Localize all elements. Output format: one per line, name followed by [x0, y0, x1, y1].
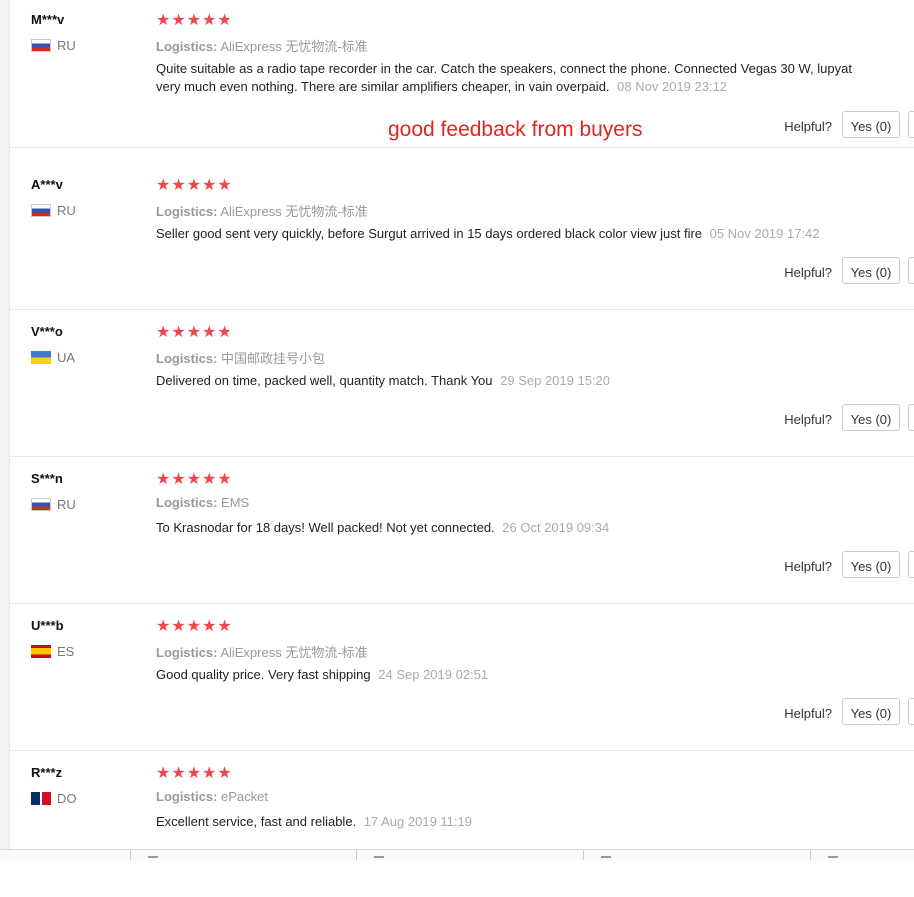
- review-date: 24 Sep 2019 02:51: [378, 667, 489, 682]
- reviewer-name: R***z: [31, 765, 63, 780]
- logistics-value: ePacket: [221, 789, 269, 804]
- flag-icon: [31, 792, 51, 805]
- reviewer-country: ES: [31, 644, 74, 659]
- annotation-text: good feedback from buyers: [388, 118, 643, 141]
- logistics-info: Logistics: ePacket: [156, 789, 268, 804]
- helpful-no-button[interactable]: [908, 111, 914, 138]
- country-code: DO: [57, 791, 77, 806]
- helpful-yes-button[interactable]: Yes (0): [842, 404, 900, 431]
- toolbar-item-icon[interactable]: [374, 856, 384, 858]
- logistics-info: Logistics: EMS: [156, 495, 249, 510]
- review-body: Quite suitable as a radio tape recorder …: [156, 61, 852, 94]
- flag-icon: [31, 39, 51, 52]
- reviewer-name: V***o: [31, 324, 63, 339]
- review-body: Seller good sent very quickly, before Su…: [156, 226, 703, 241]
- helpful-label: Helpful?: [784, 119, 832, 134]
- logistics-label: Logistics:: [156, 351, 218, 366]
- review-item: A***v RU ★★★★★ Logistics: AliExpress 无忧物…: [10, 162, 914, 310]
- toolbar-divider: [356, 850, 357, 860]
- helpful-label: Helpful?: [784, 265, 832, 280]
- reviewer-name: U***b: [31, 618, 64, 633]
- toolbar-divider: [810, 850, 811, 860]
- helpful-label: Helpful?: [784, 412, 832, 427]
- review-item: R***z DO ★★★★★ Logistics: ePacket Excell…: [10, 750, 914, 897]
- review-date: 29 Sep 2019 15:20: [500, 373, 611, 388]
- logistics-value: AliExpress 无忧物流-标准: [220, 39, 368, 54]
- toolbar-item-icon[interactable]: [828, 856, 838, 858]
- review-text: Seller good sent very quickly, before Su…: [156, 225, 856, 243]
- logistics-value: AliExpress 无忧物流-标准: [220, 645, 368, 660]
- toolbar-item-icon[interactable]: [148, 856, 158, 858]
- rating-stars: ★★★★★: [156, 765, 233, 782]
- helpful-yes-button[interactable]: Yes (0): [842, 257, 900, 284]
- country-code: RU: [57, 38, 76, 53]
- logistics-value: 中国邮政挂号小包: [221, 351, 326, 366]
- helpful-yes-button[interactable]: Yes (0): [842, 551, 900, 578]
- review-text: To Krasnodar for 18 days! Well packed! N…: [156, 519, 856, 537]
- flag-icon: [31, 204, 51, 217]
- logistics-label: Logistics:: [156, 39, 218, 54]
- country-code: RU: [57, 497, 76, 512]
- review-text: Excellent service, fast and reliable. 17…: [156, 813, 856, 831]
- reviewer-country: UA: [31, 350, 75, 365]
- reviewer-country: RU: [31, 203, 76, 218]
- review-text: Quite suitable as a radio tape recorder …: [156, 60, 856, 96]
- rating-stars: ★★★★★: [156, 177, 233, 194]
- rating-stars: ★★★★★: [156, 471, 233, 488]
- logistics-info: Logistics: AliExpress 无忧物流-标准: [156, 642, 368, 661]
- reviewer-name: M***v: [31, 12, 65, 27]
- reviewer-country: RU: [31, 38, 76, 53]
- reviewer-country: DO: [31, 791, 77, 806]
- bottom-toolbar: [0, 849, 914, 861]
- review-body: To Krasnodar for 18 days! Well packed! N…: [156, 520, 495, 535]
- helpful-no-button[interactable]: [908, 551, 914, 578]
- country-code: RU: [57, 203, 76, 218]
- toolbar-item-icon[interactable]: [601, 856, 611, 858]
- review-body: Delivered on time, packed well, quantity…: [156, 373, 493, 388]
- logistics-label: Logistics:: [156, 789, 218, 804]
- review-date: 17 Aug 2019 11:19: [363, 814, 472, 829]
- review-body: Good quality price. Very fast shipping: [156, 667, 371, 682]
- country-code: UA: [57, 350, 76, 365]
- review-date: 08 Nov 2019 23:12: [617, 79, 728, 94]
- logistics-value: EMS: [221, 495, 250, 510]
- review-item: U***b ES ★★★★★ Logistics: AliExpress 无忧物…: [10, 603, 914, 751]
- left-border: [0, 0, 10, 860]
- reviewer-name: S***n: [31, 471, 63, 486]
- helpful-no-button[interactable]: [908, 698, 914, 725]
- logistics-value: AliExpress 无忧物流-标准: [220, 204, 368, 219]
- helpful-label: Helpful?: [784, 706, 832, 721]
- review-date: 05 Nov 2019 17:42: [709, 226, 820, 241]
- logistics-info: Logistics: 中国邮政挂号小包: [156, 348, 325, 367]
- flag-icon: [31, 351, 51, 364]
- logistics-label: Logistics:: [156, 204, 218, 219]
- review-body: Excellent service, fast and reliable.: [156, 814, 357, 829]
- review-item: S***n RU ★★★★★ Logistics: EMS To Krasnod…: [10, 456, 914, 604]
- helpful-no-button[interactable]: [908, 257, 914, 284]
- logistics-label: Logistics:: [156, 495, 218, 510]
- reviewer-country: RU: [31, 497, 76, 512]
- toolbar-divider: [583, 850, 584, 860]
- country-code: ES: [57, 644, 75, 659]
- review-item: V***o UA ★★★★★ Logistics: 中国邮政挂号小包 Deliv…: [10, 309, 914, 457]
- reviewer-name: A***v: [31, 177, 63, 192]
- rating-stars: ★★★★★: [156, 324, 233, 341]
- helpful-label: Helpful?: [784, 559, 832, 574]
- rating-stars: ★★★★★: [156, 12, 233, 29]
- review-text: Good quality price. Very fast shipping 2…: [156, 666, 856, 684]
- logistics-info: Logistics: AliExpress 无忧物流-标准: [156, 201, 368, 220]
- rating-stars: ★★★★★: [156, 618, 233, 635]
- helpful-yes-button[interactable]: Yes (0): [842, 698, 900, 725]
- flag-icon: [31, 498, 51, 511]
- review-text: Delivered on time, packed well, quantity…: [156, 372, 856, 390]
- review-date: 26 Oct 2019 09:34: [502, 520, 610, 535]
- logistics-label: Logistics:: [156, 645, 218, 660]
- helpful-no-button[interactable]: [908, 404, 914, 431]
- logistics-info: Logistics: AliExpress 无忧物流-标准: [156, 36, 368, 55]
- flag-icon: [31, 645, 51, 658]
- toolbar-divider: [130, 850, 131, 860]
- helpful-yes-button[interactable]: Yes (0): [842, 111, 900, 138]
